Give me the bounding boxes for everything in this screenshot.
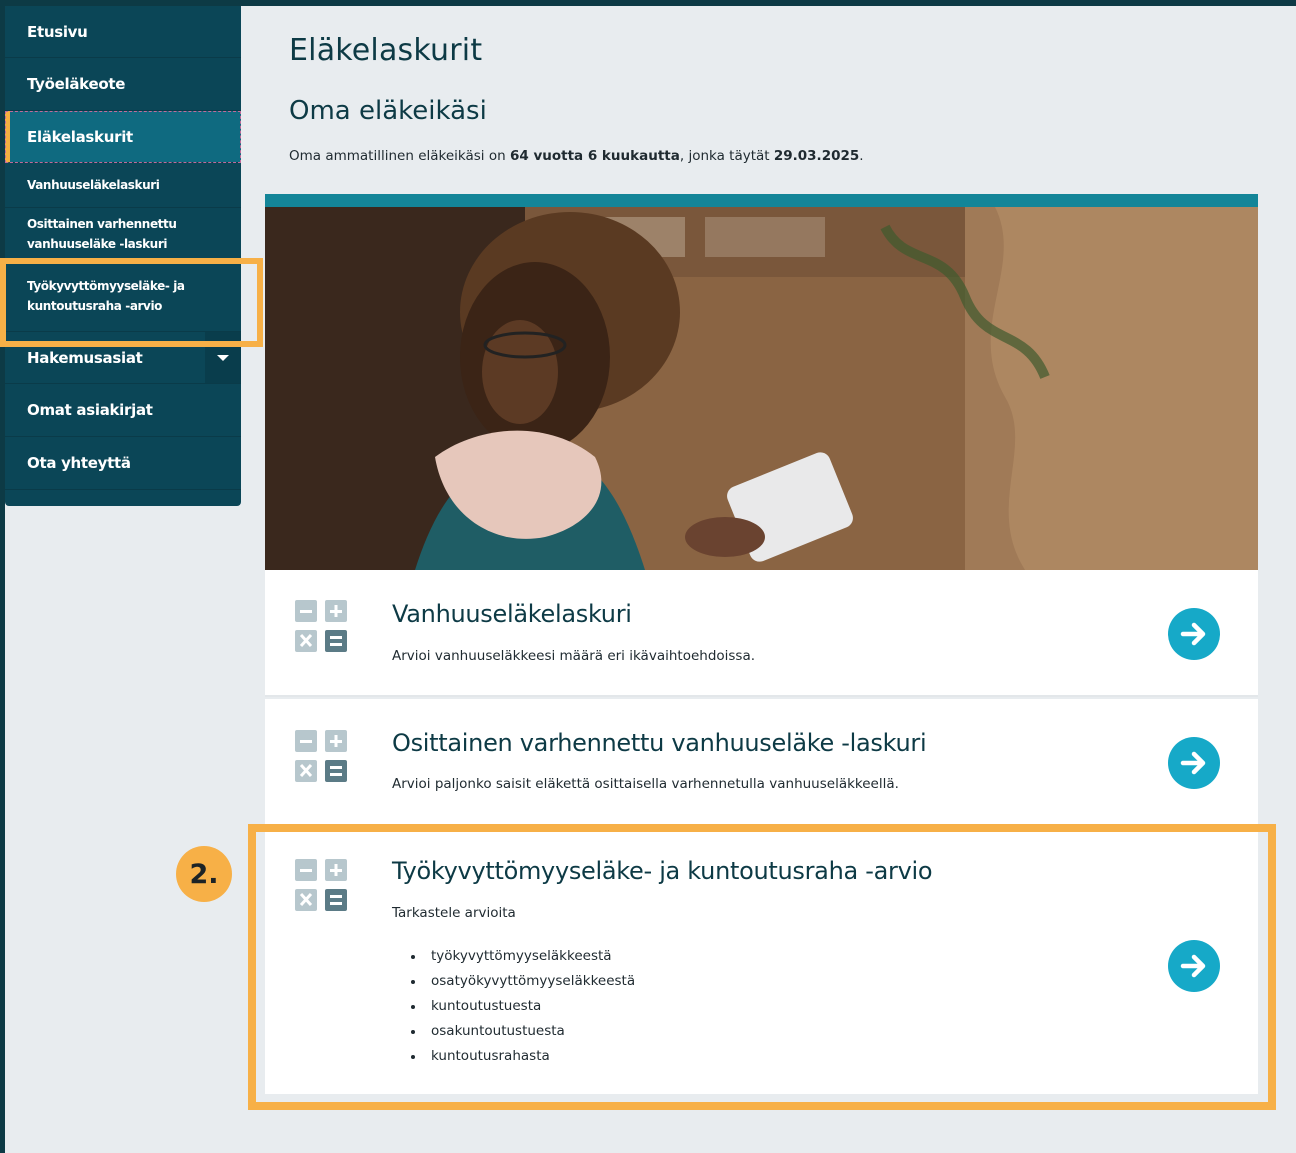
retirement-age-value: 64 vuotta 6 kuukautta: [509, 148, 680, 164]
sidebar-highlight-box: [0, 258, 263, 347]
sidebar-item-label: Ota yhteyttä: [27, 454, 131, 472]
sidebar-item-ota-yhteytta[interactable]: Ota yhteyttä: [5, 437, 241, 490]
retirement-date-value: 29.03.2025: [773, 148, 860, 164]
sidebar-item-label: Hakemusasiat: [27, 348, 143, 367]
sidebar-item-label: Työeläkeote: [27, 75, 126, 93]
arrow-right-icon[interactable]: [1168, 608, 1220, 660]
card-description: Arvioi paljonko saisit eläkettä osittais…: [392, 776, 899, 792]
card-description: Arvioi vanhuuseläkkeesi määrä eri ikävai…: [392, 648, 756, 664]
calculator-card-vanhuuselake[interactable]: Vanhuuseläkelaskuri Arvioi vanhuuseläkke…: [265, 570, 1258, 697]
sidebar-nav: Etusivu Työeläkeote Eläkelaskurit Vanhuu…: [5, 6, 241, 506]
sidebar-item-label: Eläkelaskurit: [27, 127, 133, 146]
card-highlight-box: [248, 824, 1276, 1110]
arrow-right-icon[interactable]: [1168, 737, 1220, 789]
section-title: Oma eläkeikäsi: [289, 96, 487, 126]
sidebar-item-label: Vanhuuseläkelaskuri: [27, 178, 160, 192]
sidebar-item-elakelaskurit[interactable]: Eläkelaskurit: [5, 111, 241, 163]
sidebar-subitem-vanhuuselakelaskuri[interactable]: Vanhuuseläkelaskuri: [5, 163, 241, 208]
sidebar-item-etusivu[interactable]: Etusivu: [5, 6, 241, 58]
sidebar-item-label: Etusivu: [27, 22, 88, 41]
card-title[interactable]: Vanhuuseläkelaskuri: [392, 600, 632, 628]
calculator-icon: [295, 730, 347, 782]
card-title[interactable]: Osittainen varhennettu vanhuuseläke -las…: [392, 729, 927, 757]
sidebar-item-label: Osittainen varhennettu vanhuuseläke -las…: [27, 216, 177, 251]
calculator-card-osittainen[interactable]: Osittainen varhennettu vanhuuseläke -las…: [265, 699, 1258, 826]
sidebar-item-omat-asiakirjat[interactable]: Omat asiakirjat: [5, 384, 241, 437]
sidebar-subitem-osittainen[interactable]: Osittainen varhennettu vanhuuseläke -las…: [5, 208, 241, 260]
sidebar-item-label: Omat asiakirjat: [27, 401, 153, 419]
step-badge: 2.: [176, 846, 232, 902]
calculator-icon: [295, 600, 347, 652]
hero-image: [265, 207, 1258, 570]
retirement-age-text: Oma ammatillinen eläkeikäsi on 64 vuotta…: [289, 148, 864, 164]
sidebar-item-tyoelakeote[interactable]: Työeläkeote: [5, 58, 241, 111]
page-title: Eläkelaskurit: [289, 33, 483, 68]
hero-accent-bar: [265, 194, 1258, 207]
